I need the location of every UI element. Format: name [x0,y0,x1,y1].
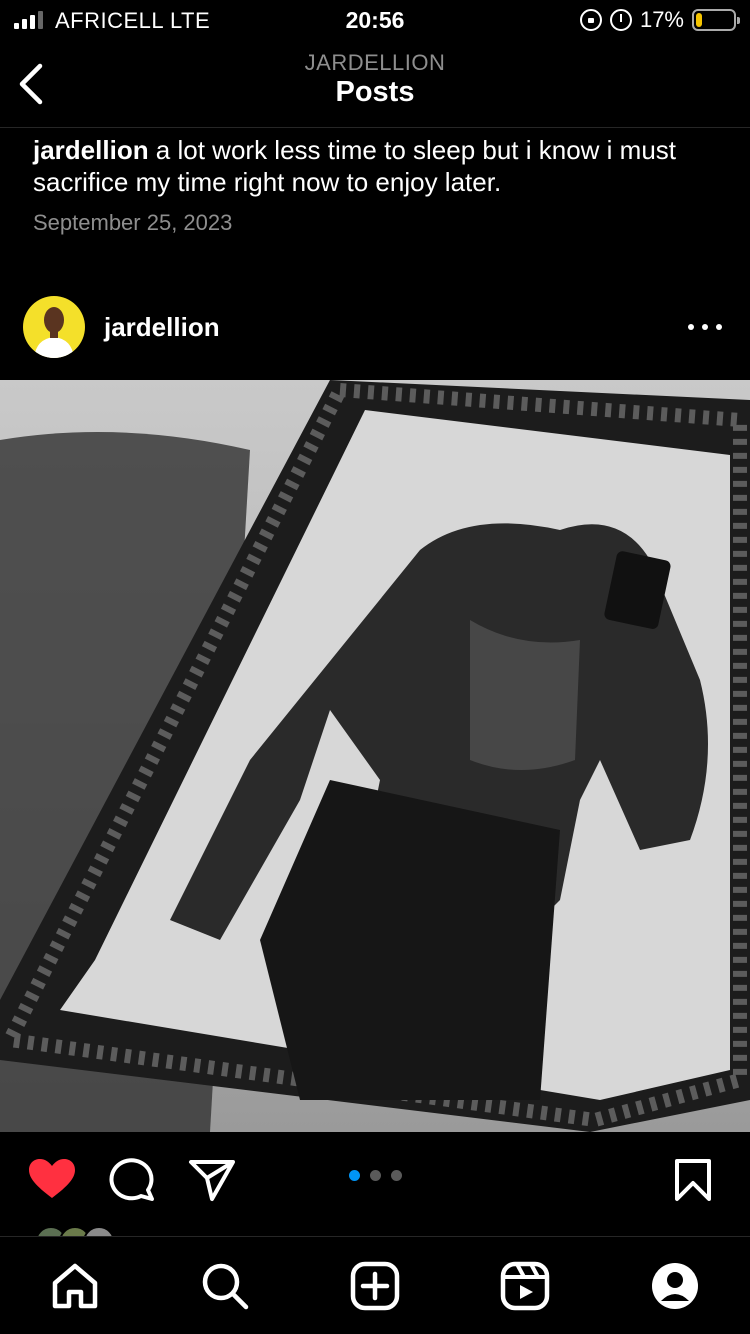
search-icon [202,1263,249,1310]
send-icon [189,1160,235,1201]
post-caption: jardellion a lot work less time to sleep… [33,134,723,198]
reels-icon [500,1261,550,1311]
alarm-icon [609,9,632,31]
caption-username[interactable]: jardellion [33,135,149,165]
plus-square-icon [350,1261,400,1311]
mirror-selfie-image [0,380,750,1132]
more-options-button[interactable] [688,312,722,342]
post-image[interactable] [0,380,750,1132]
battery-percent: 17% [639,7,684,32]
avatar[interactable] [23,296,85,358]
heart-icon [29,1159,75,1198]
liked-by-avatars[interactable] [35,1226,115,1258]
status-bar: AFRICELL LTE 20:56 17% [0,0,750,40]
profile-icon [652,1263,698,1309]
post-actions [0,1140,750,1220]
share-button[interactable] [188,1158,236,1207]
home-icon [52,1263,98,1309]
account-name: JARDELLION [304,50,446,75]
status-indicators: 17% [579,7,740,33]
nav-profile[interactable] [650,1261,700,1311]
avatar-portrait-icon [34,307,74,358]
comment-icon [109,1158,154,1201]
rotation-lock-icon [579,9,602,31]
bookmark-icon [675,1159,711,1201]
battery-icon [692,9,740,31]
more-horizontal-icon [688,324,694,330]
post-date: September 25, 2023 [33,210,233,235]
nav-reels[interactable] [500,1261,550,1311]
save-button[interactable] [674,1158,712,1207]
nav-create[interactable] [350,1261,400,1311]
post-username[interactable]: jardellion [104,312,220,343]
carousel-dot [370,1170,381,1181]
carousel-dot [391,1170,402,1181]
post-header: jardellion [0,296,750,362]
battery-level-fill [696,13,703,27]
page-title: Posts [335,76,415,108]
carousel-dot [349,1170,360,1181]
nav-search[interactable] [200,1261,250,1311]
like-button[interactable] [28,1158,76,1205]
bottom-nav [0,1236,750,1334]
nav-header: JARDELLION Posts [0,40,750,128]
comment-button[interactable] [108,1156,156,1207]
carousel-indicator [349,1170,402,1181]
nav-home[interactable] [50,1261,100,1311]
